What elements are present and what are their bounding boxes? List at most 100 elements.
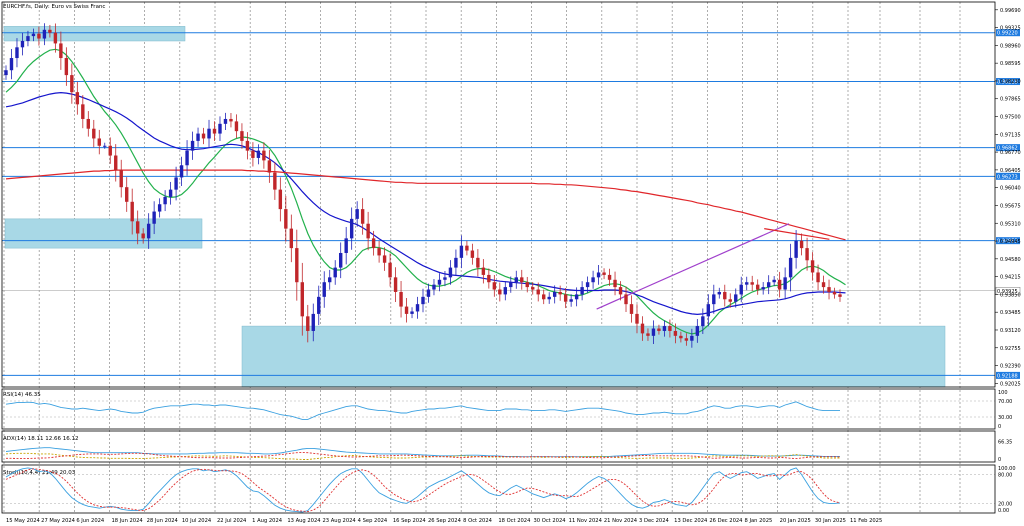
stoch-title: Stoch(10,4,4) 21.49 20.03: [3, 470, 76, 476]
osc-y-tick-label: 0: [998, 424, 1001, 430]
candle-body: [42, 29, 47, 39]
y-tick-label: 0.96040: [1000, 186, 1021, 192]
zone-band: [241, 325, 946, 388]
x-tick-label: 20 Jan 2025: [780, 518, 811, 524]
candle-body: [585, 282, 590, 288]
candle-body: [470, 250, 475, 258]
candle-body: [679, 335, 683, 339]
x-tick-label: 22 Jul 2024: [217, 518, 247, 524]
osc-y-tick-label: 80.00: [998, 473, 1012, 479]
candle-body: [476, 257, 480, 268]
x-tick-label: 30 Jan 2025: [815, 518, 846, 524]
candle-body: [739, 284, 743, 295]
candle-body: [179, 165, 184, 178]
candle-body: [97, 138, 101, 146]
y-tick-label: 0.95310: [1000, 221, 1021, 227]
x-tick-label: 8 Jan 2025: [745, 518, 773, 524]
candle-body: [31, 33, 36, 37]
candle-body: [690, 335, 694, 341]
candle-body: [487, 274, 491, 283]
candle-body: [563, 294, 568, 302]
osc-y-tick-label: 70.00: [998, 399, 1012, 405]
x-tick-label: 4 Sep 2024: [358, 518, 388, 524]
candle-body: [723, 291, 727, 300]
level-price-label: 0.92188: [997, 373, 1018, 379]
candle-body: [4, 70, 8, 76]
osc-y-tick-label: 66.35: [998, 439, 1012, 445]
level-price-label: 0.96273: [997, 174, 1018, 180]
y-tick-label: 0.94945: [1000, 239, 1021, 245]
candle-body: [86, 118, 91, 129]
candle-body: [262, 150, 266, 161]
candle-body: [520, 277, 524, 283]
candle-body: [185, 150, 189, 166]
osc-y-tick-label: 100.00: [998, 466, 1016, 472]
candle-body: [300, 282, 304, 317]
candle-body: [119, 170, 123, 188]
candle-body: [64, 58, 69, 76]
candle-body: [531, 287, 535, 290]
candle-body: [816, 272, 820, 283]
osc-y-tick-label: 0.00: [998, 508, 1009, 514]
rsi-title: RSI(14) 46.35: [3, 392, 41, 398]
candle-body: [146, 223, 151, 239]
candle-body: [130, 201, 134, 222]
x-tick-label: 30 Oct 2024: [534, 518, 567, 524]
candle-body: [426, 289, 431, 297]
candle-body: [135, 221, 140, 234]
y-tick-label: 0.97135: [1000, 132, 1021, 138]
candle-body: [701, 316, 705, 327]
candle-body: [646, 333, 650, 336]
candle-body: [706, 304, 711, 317]
x-tick-label: 6 Jun 2024: [76, 518, 105, 524]
x-tick-label: 26 Sep 2024: [428, 518, 462, 524]
candle-body: [393, 277, 398, 292]
candle-body: [794, 240, 798, 258]
candle-body: [810, 260, 815, 273]
candle-body: [245, 140, 250, 151]
candle-body: [805, 248, 809, 261]
candle-body: [827, 287, 831, 292]
candle-body: [251, 150, 255, 158]
time-axis[interactable]: 15 May 2024 27 May 2024 6 Jun 2024 18 Jun 2…: [6, 518, 882, 524]
zone-band: [4, 218, 203, 249]
candle-body: [596, 272, 601, 278]
y-tick-label: 0.96405: [1000, 168, 1021, 174]
x-tick-label: 13 Aug 2024: [287, 518, 321, 524]
y-tick-label: 0.97865: [1000, 97, 1021, 103]
y-tick-label: 0.93120: [1000, 328, 1021, 334]
candle-body: [328, 277, 332, 283]
y-tick-label: 0.92025: [1000, 381, 1021, 387]
candle-body: [465, 245, 469, 251]
candle-body: [70, 75, 74, 93]
x-tick-label: 15 May 2024: [6, 518, 41, 524]
candle-body: [448, 267, 453, 278]
candle-body: [229, 118, 233, 122]
candle-body: [388, 262, 392, 278]
candle-body: [668, 326, 672, 331]
candle-body: [821, 282, 826, 288]
zone-band: [3, 26, 186, 42]
candle-body: [542, 294, 546, 300]
trading-chart[interactable]: EURCHF.fs, Daily: Euro vs Swiss Franc RS…: [0, 0, 1024, 526]
candle-body: [580, 287, 584, 295]
y-tick-label: 0.97500: [1000, 115, 1021, 121]
osc-y-tick-label: 100: [998, 390, 1008, 396]
candle-body: [410, 311, 414, 314]
candle-body: [657, 328, 661, 331]
candle-body: [640, 323, 645, 334]
x-tick-label: 18 Oct 2024: [498, 518, 531, 524]
candle-body: [635, 313, 639, 324]
candle-body: [125, 187, 129, 202]
candle-body: [618, 287, 623, 295]
candle-body: [103, 145, 107, 147]
candle-body: [53, 32, 58, 44]
candle-body: [114, 155, 118, 171]
candle-body: [684, 338, 689, 341]
candle-body: [284, 209, 288, 229]
candle-body: [552, 291, 557, 297]
candle-body: [306, 316, 310, 331]
candle-body: [295, 248, 299, 283]
osc-y-tick-label: 30.00: [998, 415, 1012, 421]
candle-body: [734, 294, 738, 302]
